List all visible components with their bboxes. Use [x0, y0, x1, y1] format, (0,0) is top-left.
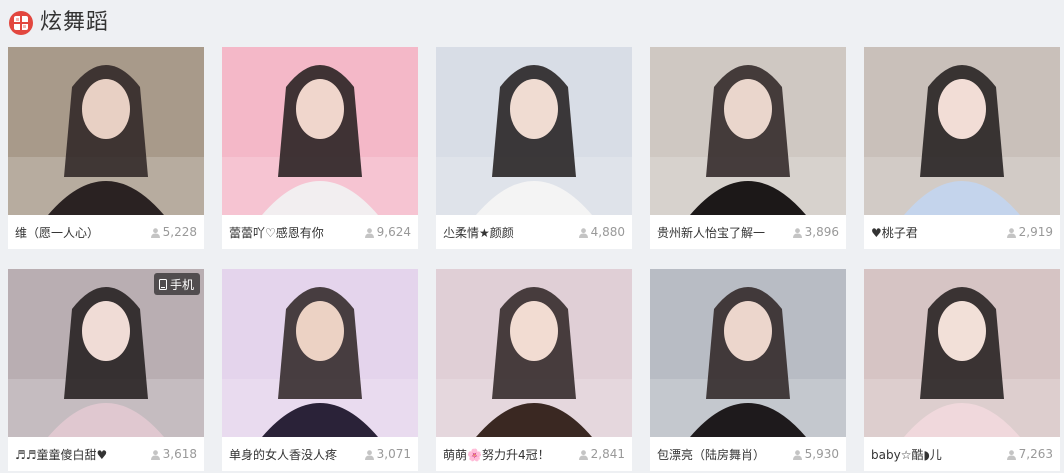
section-header: 炫舞蹈: [8, 8, 109, 38]
viewer-count: 9,624: [364, 225, 411, 239]
room-info: ♥桃子君 2,919: [864, 215, 1060, 249]
thumbnail-image: [222, 47, 418, 215]
viewer-count: 7,263: [1006, 447, 1053, 461]
viewer-number: 7,263: [1018, 447, 1053, 461]
room-info: baby☆酷◗儿 7,263: [864, 437, 1060, 471]
viewer-count: 3,618: [150, 447, 197, 461]
room-thumbnail[interactable]: [864, 47, 1060, 215]
viewer-count: 5,228: [150, 225, 197, 239]
room-thumbnail[interactable]: 手机: [8, 269, 204, 437]
dance-section: 炫舞蹈 维（愿一人心） 5,228 蕾蕾吖♡感恩有你 9,624 尐柔情★颜颜 …: [0, 0, 1064, 473]
thumbnail-image: [864, 47, 1060, 215]
room-card-2[interactable]: 蕾蕾吖♡感恩有你 9,624: [222, 47, 418, 249]
user-icon: [150, 227, 160, 238]
viewer-number: 9,624: [376, 225, 411, 239]
room-card-1[interactable]: 维（愿一人心） 5,228: [8, 47, 204, 249]
user-icon: [578, 449, 588, 460]
thumbnail-image: [222, 269, 418, 437]
viewer-number: 2,919: [1018, 225, 1053, 239]
room-thumbnail[interactable]: [650, 269, 846, 437]
thumbnail-image: [8, 47, 204, 215]
viewer-count: 5,930: [792, 447, 839, 461]
thumbnail-image: [436, 47, 632, 215]
logo-ball-icon: [8, 10, 34, 36]
room-info: ♬♬童童傻白甜♥ 3,618: [8, 437, 204, 471]
room-card-4[interactable]: 贵州新人怡宝了解一 3,896: [650, 47, 846, 249]
room-info: 尐柔情★颜颜 4,880: [436, 215, 632, 249]
room-thumbnail[interactable]: [650, 47, 846, 215]
streamer-name[interactable]: 尐柔情★颜颜: [443, 224, 514, 241]
viewer-number: 5,930: [804, 447, 839, 461]
room-info: 维（愿一人心） 5,228: [8, 215, 204, 249]
room-info: 包漂亮（陆房舞肖） 5,930: [650, 437, 846, 471]
viewer-count: 4,880: [578, 225, 625, 239]
thumbnail-image: [436, 269, 632, 437]
streamer-name[interactable]: 萌萌🌸努力升4冠！: [443, 446, 550, 463]
room-thumbnail[interactable]: [222, 47, 418, 215]
streamer-name[interactable]: 蕾蕾吖♡感恩有你: [229, 224, 324, 241]
room-info: 单身的女人香没人疼 3,071: [222, 437, 418, 471]
streamer-name[interactable]: 单身的女人香没人疼: [229, 446, 337, 463]
viewer-number: 2,841: [590, 447, 625, 461]
room-info: 贵州新人怡宝了解一 3,896: [650, 215, 846, 249]
room-thumbnail[interactable]: [436, 269, 632, 437]
user-icon: [578, 227, 588, 238]
room-info: 萌萌🌸努力升4冠！ 2,841: [436, 437, 632, 471]
viewer-count: 3,896: [792, 225, 839, 239]
viewer-count: 3,071: [364, 447, 411, 461]
room-card-8[interactable]: 萌萌🌸努力升4冠！ 2,841: [436, 269, 632, 471]
viewer-number: 4,880: [590, 225, 625, 239]
room-card-7[interactable]: 单身的女人香没人疼 3,071: [222, 269, 418, 471]
user-icon: [364, 227, 374, 238]
mobile-badge: 手机: [153, 273, 200, 295]
room-thumbnail[interactable]: [864, 269, 1060, 437]
room-grid: 维（愿一人心） 5,228 蕾蕾吖♡感恩有你 9,624 尐柔情★颜颜 4,88…: [8, 47, 1064, 471]
user-icon: [792, 449, 802, 460]
viewer-number: 3,618: [162, 447, 197, 461]
thumbnail-image: [864, 269, 1060, 437]
section-title: 炫舞蹈: [40, 10, 110, 35]
streamer-name[interactable]: 包漂亮（陆房舞肖）: [657, 446, 765, 463]
room-card-10[interactable]: baby☆酷◗儿 7,263: [864, 269, 1060, 471]
user-icon: [792, 227, 802, 238]
room-card-5[interactable]: ♥桃子君 2,919: [864, 47, 1060, 249]
mobile-badge-label: 手机: [169, 277, 194, 292]
streamer-name[interactable]: 维（愿一人心）: [15, 224, 99, 241]
viewer-count: 2,841: [578, 447, 625, 461]
viewer-number: 5,228: [162, 225, 197, 239]
viewer-count: 2,919: [1006, 225, 1053, 239]
room-card-9[interactable]: 包漂亮（陆房舞肖） 5,930: [650, 269, 846, 471]
room-card-3[interactable]: 尐柔情★颜颜 4,880: [436, 47, 632, 249]
streamer-name[interactable]: baby☆酷◗儿: [871, 446, 942, 463]
viewer-number: 3,071: [376, 447, 411, 461]
phone-icon: [158, 278, 167, 290]
user-icon: [1006, 449, 1016, 460]
streamer-name[interactable]: 贵州新人怡宝了解一: [657, 224, 765, 241]
user-icon: [150, 449, 160, 460]
viewer-number: 3,896: [804, 225, 839, 239]
room-thumbnail[interactable]: [436, 47, 632, 215]
streamer-name[interactable]: ♬♬童童傻白甜♥: [15, 446, 107, 463]
user-icon: [364, 449, 374, 460]
thumbnail-image: [650, 269, 846, 437]
room-thumbnail[interactable]: [8, 47, 204, 215]
streamer-name[interactable]: ♥桃子君: [871, 224, 918, 241]
room-card-6[interactable]: 手机 ♬♬童童傻白甜♥ 3,618: [8, 269, 204, 471]
thumbnail-image: [650, 47, 846, 215]
room-thumbnail[interactable]: [222, 269, 418, 437]
room-info: 蕾蕾吖♡感恩有你 9,624: [222, 215, 418, 249]
user-icon: [1006, 227, 1016, 238]
